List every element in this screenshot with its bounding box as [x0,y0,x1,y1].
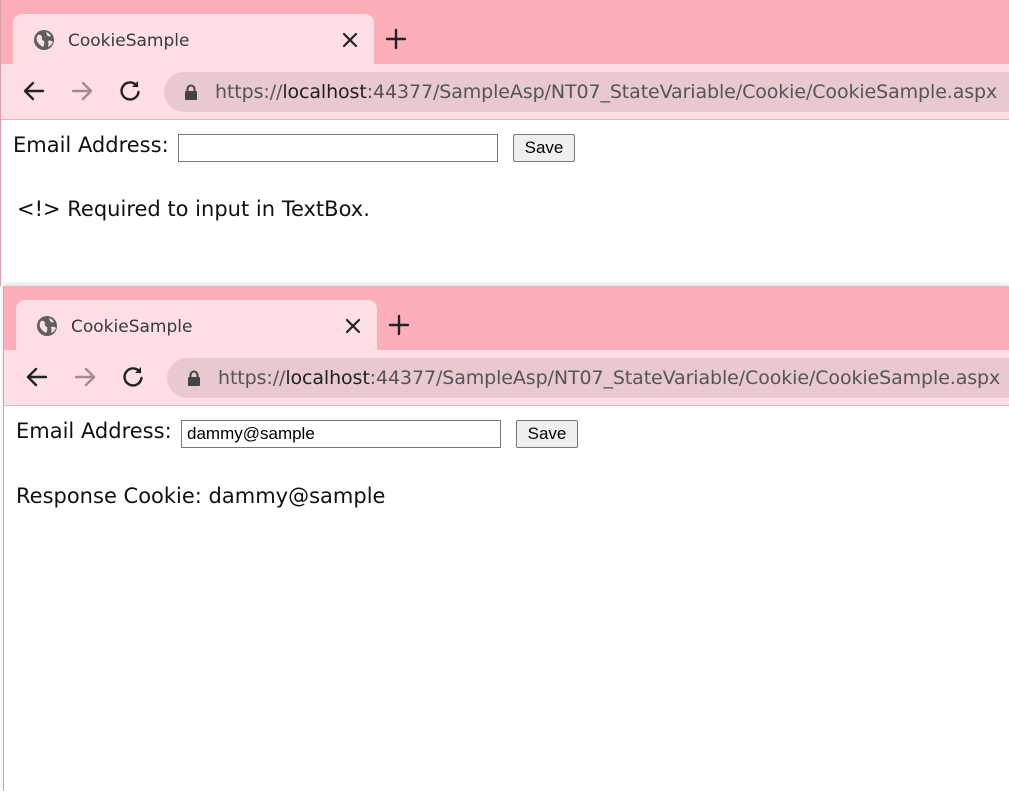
email-field[interactable] [181,420,501,448]
email-field[interactable] [178,134,498,162]
address-bar[interactable]: https://localhost:44377/SampleAsp/NT07_S… [167,358,1009,398]
close-icon[interactable] [339,29,361,51]
arrow-right-icon[interactable] [69,78,95,104]
url-text: https://localhost:44377/SampleAsp/NT07_S… [215,81,998,103]
tab-title: CookieSample [71,317,193,337]
validation-message: <!> Required to input in TextBox. [17,197,370,221]
tab-strip: CookieSample [4,286,1009,350]
page-content: Email Address: Save Response Cookie: dam… [4,406,1009,791]
tab-title: CookieSample [68,31,190,51]
url-text: https://localhost:44377/SampleAsp/NT07_S… [218,367,1001,389]
arrow-left-icon[interactable] [24,364,50,390]
reload-icon[interactable] [117,78,143,104]
save-button[interactable]: Save [513,134,575,162]
response-cookie-message: Response Cookie: dammy@sample [16,484,386,508]
browser-window-1: CookieSample https://localhost:44377/Sam… [0,0,1009,286]
tab-cookiesample[interactable]: CookieSample [13,14,374,64]
save-button[interactable]: Save [516,420,578,448]
globe-icon [34,30,54,50]
reload-icon[interactable] [120,364,146,390]
arrow-right-icon[interactable] [72,364,98,390]
toolbar: https://localhost:44377/SampleAsp/NT07_S… [4,350,1009,406]
arrow-left-icon[interactable] [21,78,47,104]
lock-icon[interactable] [184,84,198,101]
page-content: Email Address: Save <!> Required to inpu… [1,120,1009,286]
plus-icon[interactable] [387,313,411,337]
close-icon[interactable] [342,315,364,337]
email-label: Email Address: [13,133,169,157]
toolbar: https://localhost:44377/SampleAsp/NT07_S… [1,64,1009,120]
address-bar[interactable]: https://localhost:44377/SampleAsp/NT07_S… [164,72,1009,112]
tab-cookiesample[interactable]: CookieSample [16,300,377,350]
plus-icon[interactable] [384,27,408,51]
lock-icon[interactable] [187,370,201,387]
tab-strip: CookieSample [1,0,1009,64]
email-label: Email Address: [16,419,172,443]
globe-icon [37,316,57,336]
browser-window-2: CookieSample https://localhost:44377/Sam… [3,286,1009,791]
